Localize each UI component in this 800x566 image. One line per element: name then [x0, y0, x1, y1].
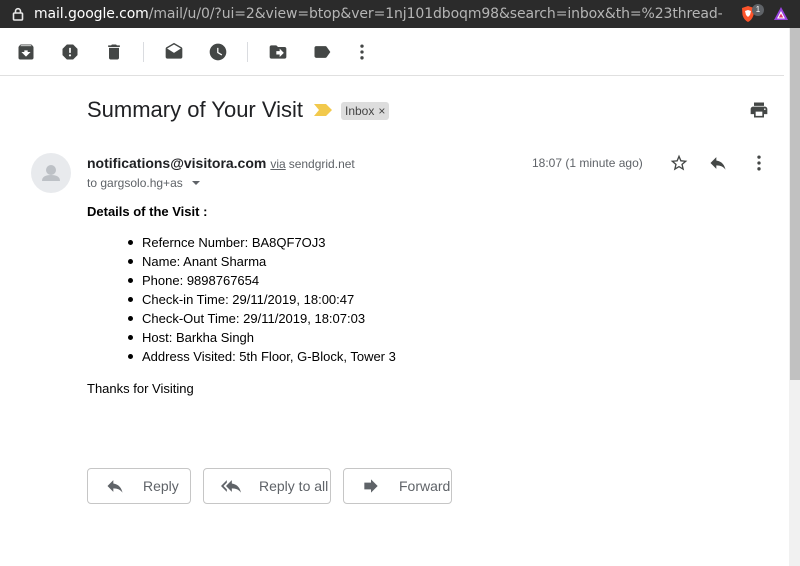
message-more-button[interactable] [749, 153, 769, 173]
brave-rewards-icon[interactable] [773, 6, 789, 22]
star-icon [670, 154, 688, 171]
print-icon [750, 102, 768, 118]
snooze-icon [209, 43, 227, 61]
labels-button[interactable] [310, 40, 334, 64]
forward-button[interactable]: Forward [343, 468, 452, 504]
via-domain: sendgrid.net [288, 157, 355, 171]
list-item: Refernce Number: BA8QF7OJ3 [128, 235, 396, 254]
chevron-down-icon[interactable] [191, 181, 200, 185]
list-item: Check-Out Time: 29/11/2019, 18:07:03 [128, 311, 396, 330]
closing-text: Thanks for Visiting [87, 381, 194, 396]
url-text[interactable]: mail.google.com/mail/u/0/?ui=2&view=btop… [34, 6, 722, 22]
url-path: /mail/u/0/?ui=2&view=btop&ver=1nj101dboq… [148, 6, 722, 22]
delete-button[interactable] [102, 40, 126, 64]
details-heading: Details of the Visit : [87, 204, 208, 219]
reply-icon [107, 480, 123, 493]
forward-icon [364, 479, 378, 493]
reply-all-button-label: Reply to all [259, 478, 329, 494]
move-to-icon [269, 45, 287, 59]
default-avatar-icon [42, 165, 60, 181]
forward-button-label: Forward [399, 478, 451, 494]
message-toolbar [0, 28, 784, 76]
list-item: Phone: 9898767654 [128, 273, 396, 292]
inbox-label-chip: Inbox × [341, 102, 390, 120]
remove-label-button[interactable]: × [378, 102, 385, 120]
lock-icon [12, 7, 24, 21]
star-button[interactable] [669, 153, 689, 173]
reply-button-label: Reply [143, 478, 179, 494]
via-link[interactable]: via [270, 157, 285, 171]
reply-button[interactable]: Reply [87, 468, 191, 504]
browser-address-bar[interactable]: mail.google.com/mail/u/0/?ui=2&view=btop… [0, 0, 800, 28]
recipient-text: to gargsolo.hg+as [87, 176, 183, 190]
archive-button[interactable] [14, 40, 38, 64]
reply-quick-button[interactable] [708, 153, 728, 173]
more-actions-button[interactable] [350, 40, 374, 64]
delete-icon [108, 44, 120, 60]
more-icon [360, 44, 364, 60]
labels-icon [314, 46, 331, 58]
mark-unread-icon [165, 42, 183, 59]
move-to-button[interactable] [266, 40, 290, 64]
toolbar-divider [143, 42, 144, 62]
reply-all-icon [221, 480, 241, 493]
mark-unread-button[interactable] [162, 40, 186, 64]
sender-avatar[interactable] [31, 153, 71, 193]
list-item: Host: Barkha Singh [128, 330, 396, 349]
importance-marker-icon[interactable] [314, 104, 332, 116]
more-vert-icon [757, 155, 761, 171]
reply-icon [710, 157, 726, 170]
report-spam-button[interactable] [58, 40, 82, 64]
scrollbar-thumb[interactable] [790, 28, 800, 380]
snooze-button[interactable] [206, 40, 230, 64]
email-subject: Summary of Your Visit [87, 97, 304, 122]
label-text: Inbox [345, 104, 375, 118]
brave-badge: 1 [752, 4, 764, 16]
report-spam-icon [62, 44, 78, 60]
archive-icon [18, 44, 34, 60]
sender-email[interactable]: notifications@visitora.com [87, 155, 266, 171]
list-item: Address Visited: 5th Floor, G-Block, Tow… [128, 349, 396, 368]
url-host: mail.google.com [34, 6, 149, 22]
print-button[interactable] [749, 100, 769, 120]
email-timestamp: 18:07 (1 minute ago) [532, 156, 643, 170]
list-item: Name: Anant Sharma [128, 254, 396, 273]
visit-details-list: Refernce Number: BA8QF7OJ3 Name: Anant S… [128, 235, 396, 368]
sender-line: notifications@visitora.com via sendgrid.ne… [87, 155, 355, 171]
reply-all-button[interactable]: Reply to all [203, 468, 331, 504]
recipient-line[interactable]: to gargsolo.hg+as [87, 176, 200, 190]
toolbar-divider [247, 42, 248, 62]
list-item: Check-in Time: 29/11/2019, 18:00:47 [128, 292, 396, 311]
